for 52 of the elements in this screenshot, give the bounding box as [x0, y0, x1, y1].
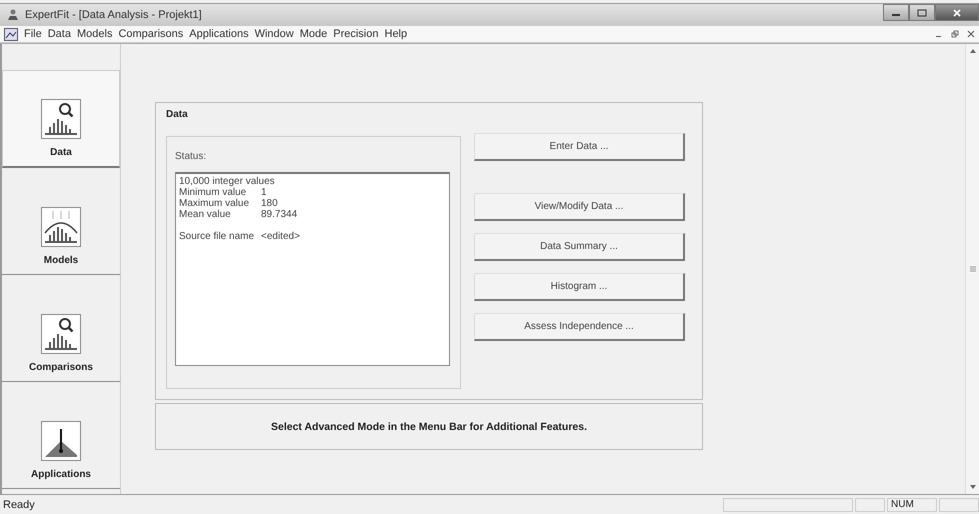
- restore-icon[interactable]: [951, 30, 959, 38]
- scroll-up-icon[interactable]: [968, 48, 976, 54]
- status-line-label: Mean value: [179, 209, 232, 220]
- maximize-icon: [917, 8, 927, 16]
- status-label: Status:: [175, 151, 208, 162]
- action-button[interactable]: Assess Independence ...: [474, 313, 685, 341]
- status-line-label: Source file name: [179, 231, 256, 242]
- menu-item[interactable]: Data: [48, 28, 71, 40]
- action-button[interactable]: View/Modify Data ...: [474, 193, 685, 221]
- status-line-label: 10,000 integer values: [179, 176, 275, 187]
- scrollbar[interactable]: [965, 44, 979, 494]
- app-icon: [6, 8, 20, 22]
- close-button[interactable]: [935, 4, 979, 21]
- status-line-value: 1: [261, 187, 267, 198]
- scroll-down-icon[interactable]: [968, 484, 976, 490]
- num-indicator: NUM: [887, 498, 937, 512]
- scroll-grip-icon[interactable]: [968, 265, 976, 273]
- status-line-value: 180: [261, 198, 278, 209]
- menu-item[interactable]: Precision: [333, 28, 378, 40]
- action-button[interactable]: Data Summary ...: [474, 233, 685, 261]
- status-pane: [939, 498, 979, 512]
- sidebar-tab[interactable]: Applications: [2, 382, 120, 489]
- menu-item[interactable]: File: [24, 28, 42, 40]
- action-button[interactable]: Enter Data ...: [474, 133, 685, 161]
- menu-item[interactable]: Comparisons: [118, 28, 184, 40]
- status-pane: [855, 498, 885, 512]
- peak-chart-icon: [41, 421, 81, 461]
- maximize-button[interactable]: [909, 4, 935, 21]
- chart-search-icon: [41, 99, 81, 139]
- panel-title: Data: [166, 109, 189, 120]
- bell-curve-chart-icon: [41, 207, 81, 247]
- status-text: Ready: [2, 498, 36, 510]
- action-button[interactable]: Histogram ...: [474, 273, 685, 301]
- menu-item[interactable]: Window: [254, 28, 294, 40]
- window-title: ExpertFit - [Data Analysis - Projekt1]: [25, 9, 202, 21]
- sidebar-tab[interactable]: Comparisons: [2, 275, 120, 382]
- menu-item[interactable]: Models: [76, 28, 112, 40]
- status-line-value: 89.7344: [261, 209, 298, 220]
- menu-item[interactable]: Help: [384, 28, 408, 40]
- document-icon[interactable]: [4, 28, 18, 40]
- close-icon[interactable]: [967, 30, 975, 38]
- status-line-label: Minimum value: [179, 187, 248, 198]
- status-line-value: <edited>: [261, 231, 300, 242]
- menu-item[interactable]: Applications: [189, 28, 249, 40]
- menu-item[interactable]: Mode: [300, 28, 328, 40]
- close-icon: [952, 8, 962, 16]
- minimize-button[interactable]: [883, 4, 909, 21]
- sidebar-tab[interactable]: Models: [2, 168, 120, 275]
- status-line-label: Maximum value: [179, 198, 250, 209]
- hint-text: Select Advanced Mode in the Menu Bar for Additional Features.: [270, 420, 588, 432]
- chart-search-icon: [41, 314, 81, 354]
- sidebar-tab[interactable]: Data: [2, 70, 120, 168]
